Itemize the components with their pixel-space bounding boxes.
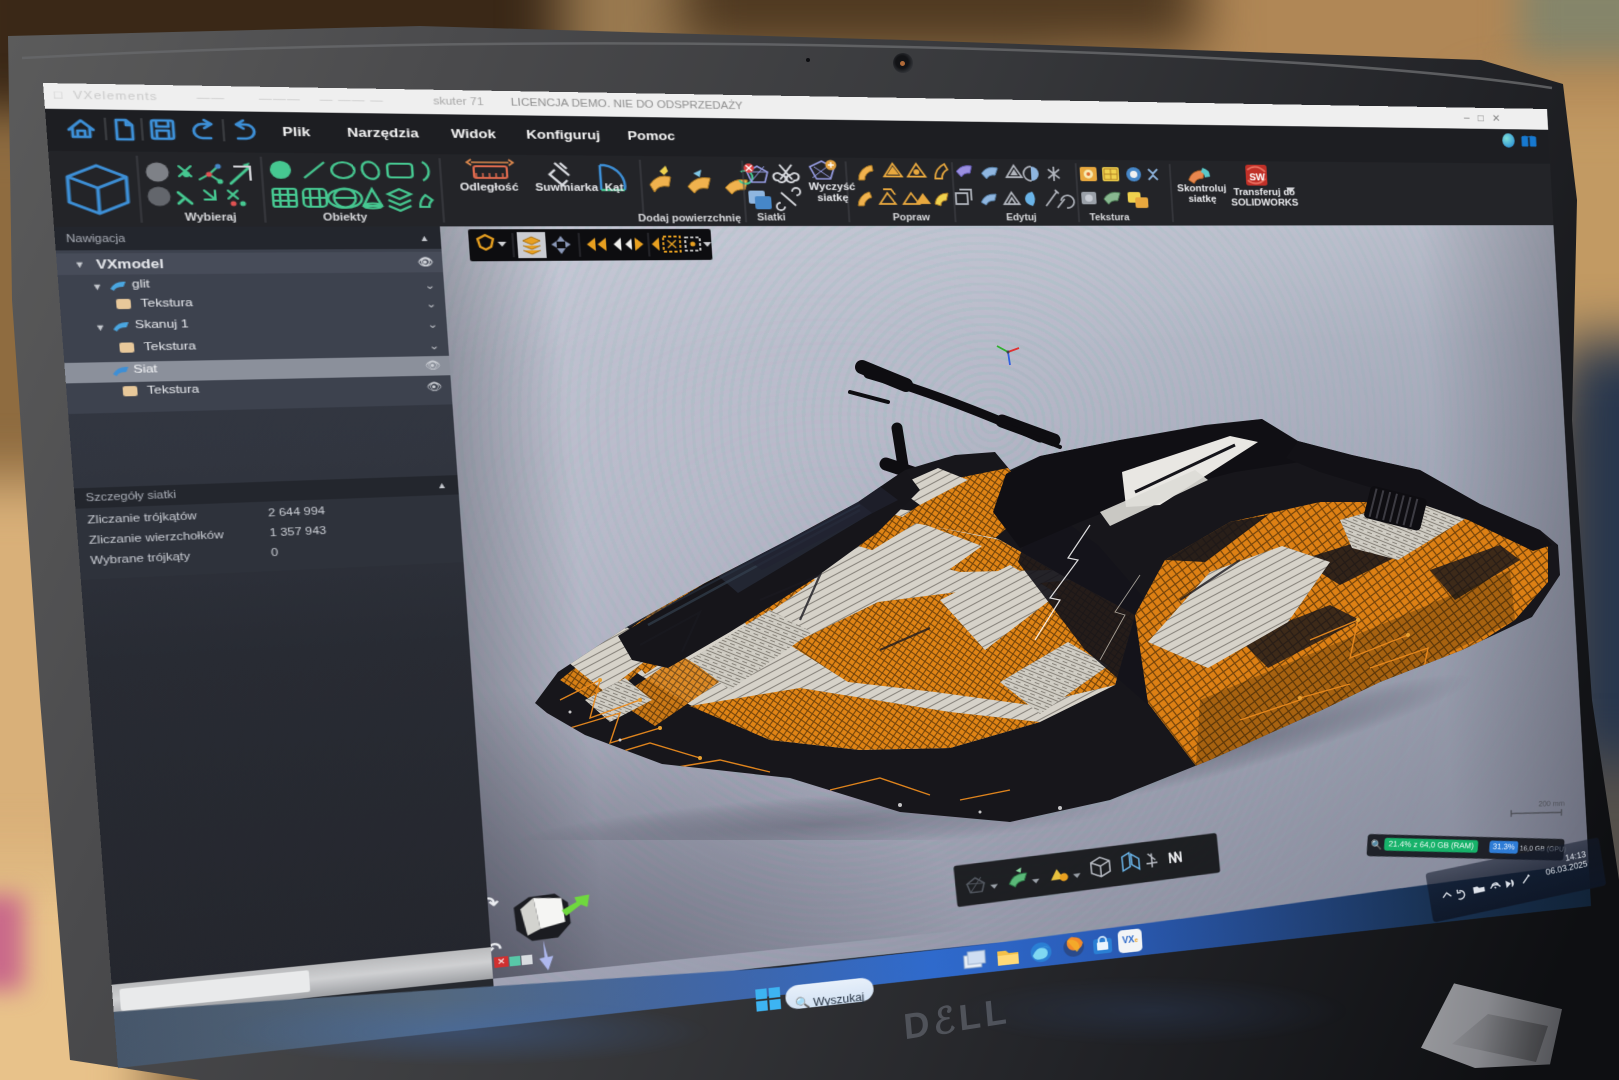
svg-text:SW: SW — [1249, 172, 1265, 183]
